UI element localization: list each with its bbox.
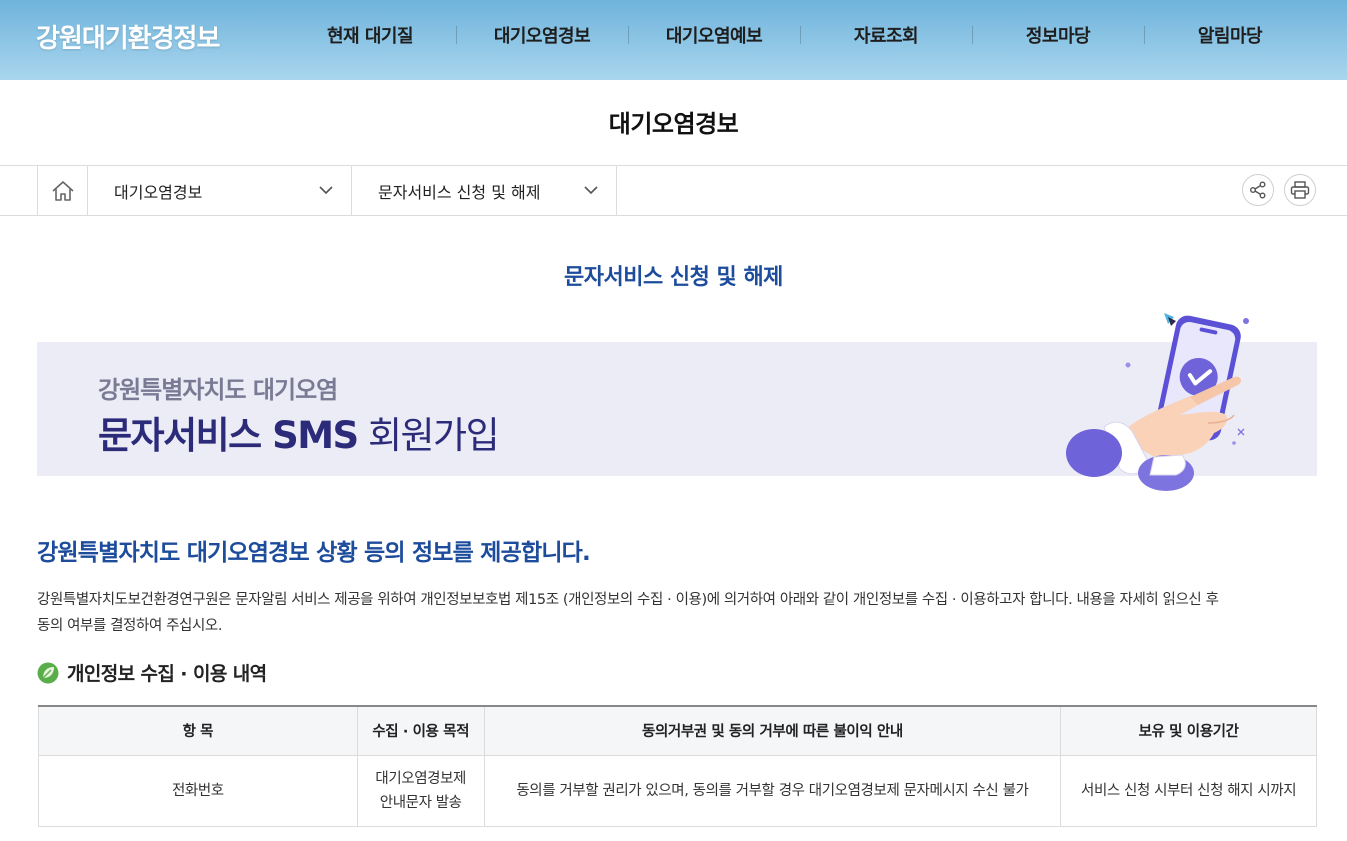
column-header: 보유 및 이용기간 [1060,705,1317,756]
intro-body-line: 강원특별자치도보건환경연구원은 문자알림 서비스 제공을 위하여 개인정보보호법… [37,592,1219,608]
column-header: 동의거부권 및 동의 거부에 따른 불이익 안내 [483,705,1062,756]
breadcrumb-level1-label: 대기오염경보 [114,182,203,202]
banner-subtitle: 강원특별자치도 대기오염 [98,376,338,404]
nav-item-air-forecast[interactable]: 대기오염예보 [628,0,800,70]
table-cell-item: 전화번호 [38,754,358,827]
share-button[interactable] [1242,174,1274,206]
nav-item-notice[interactable]: 알림마당 [1144,0,1316,70]
table-row: 전화번호 대기오염경보제 안내문자 발송 동의를 거부할 권리가 있으며, 동의… [38,754,1317,827]
banner-title: 문자서비스 SMS 회원가입 [98,405,500,459]
leaf-icon [37,662,59,683]
purpose-line: 대기오염경보제 [375,770,466,787]
nav-item-current-air[interactable]: 현재 대기질 [284,0,456,70]
table-cell-retention: 서비스 신청 시부터 신청 해지 시까지 [1060,754,1317,827]
purpose-line: 안내문자 발송 [379,794,462,811]
home-icon [51,180,74,201]
divider [0,215,1347,216]
print-icon [1290,181,1310,199]
privacy-heading-text: 개인정보 수집 · 이용 내역 [67,663,267,685]
nav-item-data-lookup[interactable]: 자료조회 [800,0,972,70]
nav-item-info[interactable]: 정보마당 [972,0,1144,70]
intro-body-line: 동의 여부를 결정하여 주십시오. [37,618,223,634]
table-cell-refusal: 동의를 거부할 권리가 있으며, 동의를 거부할 경우 대기오염경보제 문자메시… [483,754,1062,827]
column-header: 항 목 [38,705,358,756]
banner-title-strong: 문자서비스 SMS [98,414,359,457]
breadcrumb-level2-label: 문자서비스 신청 및 해제 [378,182,541,202]
chevron-down-icon [584,186,598,195]
share-icon [1250,181,1266,199]
chevron-down-icon [319,186,333,195]
intro-title: 강원특별자치도 대기오염경보 상황 등의 정보를 제공합니다. [37,540,591,566]
privacy-heading: 개인정보 수집 · 이용 내역 [37,659,267,686]
top-header: 강원대기환경정보 현재 대기질 대기오염경보 대기오염예보 자료조회 정보마당 … [0,0,1347,80]
phone-hand-illustration [1066,313,1249,491]
section-title: 문자서비스 신청 및 해제 [564,265,783,290]
print-button[interactable] [1284,174,1316,206]
table-header-row: 항 목 수집 · 이용 목적 동의거부권 및 동의 거부에 따른 불이익 안내 … [38,705,1317,756]
main-nav: 현재 대기질 대기오염경보 대기오염예보 자료조회 정보마당 알림마당 [284,0,1316,70]
site-logo[interactable]: 강원대기환경정보 [36,18,220,55]
privacy-table: 항 목 수집 · 이용 목적 동의거부권 및 동의 거부에 따른 불이익 안내 … [38,705,1317,827]
page-title: 대기오염경보 [608,110,739,138]
intro-body: 강원특별자치도보건환경연구원은 문자알림 서비스 제공을 위하여 개인정보보호법… [37,587,1317,639]
breadcrumb-home-button[interactable] [37,166,88,215]
breadcrumb-select-level2[interactable]: 문자서비스 신청 및 해제 [352,166,617,215]
breadcrumb-select-level1[interactable]: 대기오염경보 [88,166,352,215]
nav-item-air-alert[interactable]: 대기오염경보 [456,0,628,70]
column-header: 수집 · 이용 목적 [356,705,485,756]
table-cell-purpose: 대기오염경보제 안내문자 발송 [356,754,485,827]
banner-title-light: 회원가입 [357,414,500,457]
